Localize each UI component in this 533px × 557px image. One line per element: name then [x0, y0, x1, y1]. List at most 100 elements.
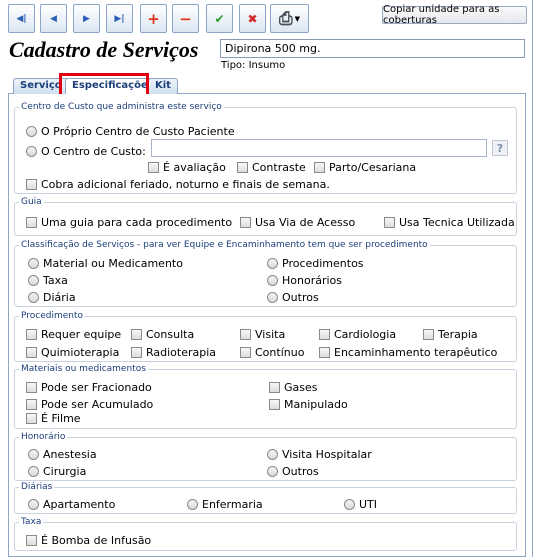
remove-button[interactable]: − [172, 4, 199, 33]
radio-icon [187, 499, 198, 510]
checkbox-icon [423, 329, 434, 340]
radio-honorario-outros[interactable]: Outros [267, 465, 319, 478]
radio-diaria[interactable]: Diária [28, 291, 76, 304]
radio-icon [28, 499, 39, 510]
radio-uti[interactable]: UTI [344, 498, 377, 511]
classificacao-group: Classificação de Serviços - para ver Equ… [14, 240, 517, 307]
radio-procedimentos[interactable]: Procedimentos [267, 257, 364, 270]
radio-label: O Próprio Centro de Custo Paciente [41, 125, 235, 138]
print-button[interactable]: ⎙ ▼ [270, 4, 309, 33]
radio-enfermaria[interactable]: Enfermaria [187, 498, 263, 511]
radio-label: Outros [282, 291, 319, 304]
radio-apartamento[interactable]: Apartamento [28, 498, 115, 511]
checkbox-icon [237, 162, 248, 173]
checkbox-icon [319, 347, 330, 358]
radio-visita-hospitalar[interactable]: Visita Hospitalar [267, 448, 372, 461]
checkbox-icon [240, 329, 251, 340]
radio-cirurgia[interactable]: Cirurgia [28, 465, 86, 478]
radio-label: Anestesia [43, 448, 97, 461]
tab-kit[interactable]: Kit [148, 78, 178, 94]
radio-proprio-centro[interactable]: O Próprio Centro de Custo Paciente [26, 125, 235, 138]
check-gases[interactable]: Gases [269, 381, 318, 394]
previous-record-button[interactable]: ◀ [40, 4, 67, 33]
check-bomba-infusao[interactable]: É Bomba de Infusão [26, 534, 151, 547]
radio-honorarios[interactable]: Honorários [267, 274, 342, 287]
guia-legend: Guia [21, 197, 42, 207]
close-icon: ✖ [247, 11, 258, 26]
checkbox-icon [26, 179, 37, 190]
check-visita[interactable]: Visita [240, 328, 285, 341]
printer-icon: ⎙ [279, 8, 293, 29]
materiais-group: Materiais ou medicamentos [14, 364, 517, 429]
checkbox-label: É avaliação [163, 161, 226, 174]
honorario-legend: Honorário [21, 432, 66, 442]
check-quimioterapia[interactable]: Quimioterapia [26, 346, 119, 359]
copy-unit-button[interactable]: Copiar unidade para as coberturas [382, 4, 527, 26]
check-requer-equipe[interactable]: Requer equipe [26, 328, 121, 341]
check-encaminhamento[interactable]: Encaminhamento terapêutico [319, 346, 497, 359]
radio-icon [344, 499, 355, 510]
check-acumulado[interactable]: Pode ser Acumulado [26, 398, 153, 411]
checkbox-label: Cobra adicional feriado, noturno e finai… [41, 178, 330, 191]
check-tecnica[interactable]: Usa Tecnica Utilizada [384, 216, 515, 229]
check-continuo[interactable]: Contínuo [240, 346, 304, 359]
check-via-acesso[interactable]: Usa Via de Acesso [240, 216, 355, 229]
check-cobra-adicional[interactable]: Cobra adicional feriado, noturno e finai… [26, 178, 330, 191]
check-radioterapia[interactable]: Radioterapia [131, 346, 216, 359]
first-record-button[interactable]: ◀| [8, 4, 35, 33]
check-uma-guia[interactable]: Uma guia para cada procedimento [26, 216, 232, 229]
item-name-field[interactable]: Dipirona 500 mg. [220, 39, 525, 58]
checkbox-label: Contínuo [255, 346, 305, 359]
check-icon: ✔ [214, 11, 225, 26]
radio-icon [267, 258, 278, 269]
check-avaliacao[interactable]: É avaliação [148, 161, 226, 174]
radio-label: Taxa [43, 274, 68, 287]
radio-material[interactable]: Material ou Medicamento [28, 257, 183, 270]
last-record-button[interactable]: ▶| [106, 4, 133, 33]
checkbox-label: Pode ser Acumulado [41, 398, 154, 411]
check-cardiologia[interactable]: Cardiologia [319, 328, 396, 341]
minus-icon: − [179, 9, 192, 28]
chevron-down-icon[interactable]: ▼ [295, 15, 300, 23]
add-button[interactable]: + [140, 4, 167, 33]
checkbox-label: Usa Tecnica Utilizada [399, 216, 515, 229]
check-contraste[interactable]: Contraste [237, 161, 306, 174]
materiais-legend: Materiais ou medicamentos [21, 364, 146, 374]
checkbox-label: Cardiologia [334, 328, 397, 341]
checkbox-label: É Filme [41, 412, 81, 425]
radio-outros[interactable]: Outros [267, 291, 319, 304]
help-icon[interactable]: ? [492, 140, 508, 156]
check-manipulado[interactable]: Manipulado [269, 398, 348, 411]
checkbox-label: Uma guia para cada procedimento [41, 216, 233, 229]
radio-label: Visita Hospitalar [282, 448, 372, 461]
radio-icon [26, 126, 37, 137]
check-consulta[interactable]: Consulta [131, 328, 194, 341]
confirm-button[interactable]: ✔ [206, 4, 233, 33]
checkbox-icon [26, 413, 37, 424]
checkbox-label: Terapia [438, 328, 478, 341]
radio-icon [28, 466, 39, 477]
radio-taxa[interactable]: Taxa [28, 274, 68, 287]
check-fracionado[interactable]: Pode ser Fracionado [26, 381, 152, 394]
checkbox-label: Visita [255, 328, 286, 341]
radio-label: Material ou Medicamento [43, 257, 183, 270]
checkbox-label: Consulta [146, 328, 195, 341]
checkbox-icon [240, 217, 251, 228]
radio-label: Enfermaria [202, 498, 263, 511]
radio-icon [28, 292, 39, 303]
radio-centro-custo[interactable]: O Centro de Custo: [26, 145, 146, 158]
cancel-button[interactable]: ✖ [239, 4, 266, 33]
check-terapia[interactable]: Terapia [423, 328, 478, 341]
centro-custo-input[interactable] [151, 139, 487, 157]
check-parto[interactable]: Parto/Cesariana [314, 161, 416, 174]
plus-icon: + [147, 9, 160, 28]
classificacao-legend: Classificação de Serviços - para ver Equ… [21, 240, 428, 250]
radio-anestesia[interactable]: Anestesia [28, 448, 97, 461]
check-filme[interactable]: É Filme [26, 412, 81, 425]
checkbox-icon [240, 347, 251, 358]
next-record-button[interactable]: ▶ [73, 4, 100, 33]
checkbox-icon [148, 162, 159, 173]
taxa-legend: Taxa [21, 517, 42, 527]
checkbox-label: Contraste [252, 161, 306, 174]
checkbox-icon [26, 329, 37, 340]
